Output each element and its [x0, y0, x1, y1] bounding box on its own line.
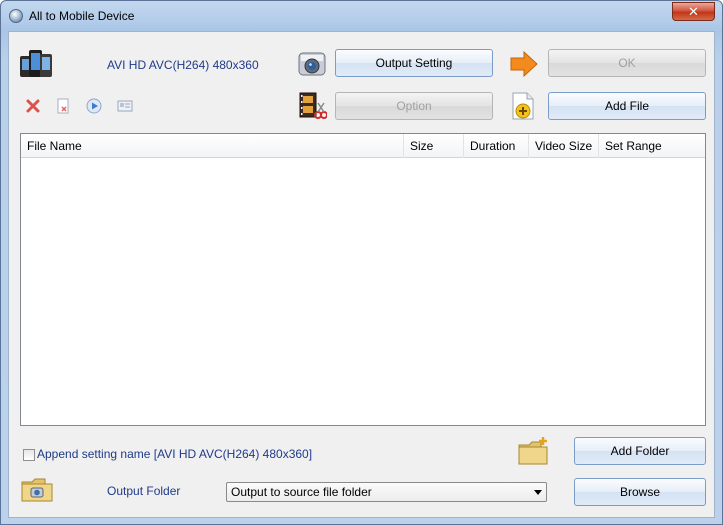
chevron-down-icon[interactable]: [534, 490, 542, 495]
add-file-icon[interactable]: [510, 91, 536, 121]
column-size[interactable]: Size: [404, 134, 464, 158]
title-bar[interactable]: All to Mobile Device ✕: [1, 1, 722, 31]
app-icon: [9, 9, 23, 23]
add-folder-button[interactable]: Add Folder: [574, 437, 706, 465]
column-duration[interactable]: Duration: [464, 134, 529, 158]
browse-button[interactable]: Browse: [574, 478, 706, 506]
column-video-size[interactable]: Video Size: [529, 134, 599, 158]
append-setting-label[interactable]: Append setting name [AVI HD AVC(H264) 48…: [37, 447, 312, 461]
output-setting-button[interactable]: Output Setting: [335, 49, 493, 77]
profile-name: AVI HD AVC(H264) 480x360: [107, 58, 259, 72]
output-folder-label: Output Folder: [107, 484, 181, 498]
column-set-range[interactable]: Set Range: [599, 134, 705, 158]
folder-camera-icon[interactable]: [21, 477, 53, 503]
output-folder-select-value: Output to source file folder: [231, 485, 372, 499]
play-icon[interactable]: [86, 98, 102, 114]
add-folder-icon[interactable]: [517, 436, 549, 466]
orange-arrow-icon: [510, 50, 538, 78]
option-button[interactable]: Option: [335, 92, 493, 120]
client-area: AVI HD AVC(H264) 480x360 Output Setting …: [8, 31, 715, 518]
camera-setting-icon[interactable]: [297, 49, 327, 77]
add-file-button[interactable]: Add File: [548, 92, 706, 120]
film-cut-icon[interactable]: [297, 91, 327, 121]
close-button[interactable]: ✕: [672, 2, 715, 21]
file-list-header: File Name Size Duration Video Size Set R…: [21, 134, 705, 158]
ok-button[interactable]: OK: [548, 49, 706, 77]
clear-file-icon[interactable]: [55, 98, 71, 114]
file-list[interactable]: File Name Size Duration Video Size Set R…: [20, 133, 706, 426]
properties-icon[interactable]: [117, 98, 133, 114]
phones-icon: [20, 50, 52, 77]
delete-x-icon[interactable]: [25, 98, 41, 114]
column-file-name[interactable]: File Name: [21, 134, 404, 158]
output-folder-select[interactable]: Output to source file folder: [226, 482, 547, 502]
app-window: All to Mobile Device ✕ AVI HD AVC(H264) …: [0, 0, 723, 525]
window-title: All to Mobile Device: [29, 9, 135, 23]
append-setting-checkbox[interactable]: [23, 449, 35, 461]
